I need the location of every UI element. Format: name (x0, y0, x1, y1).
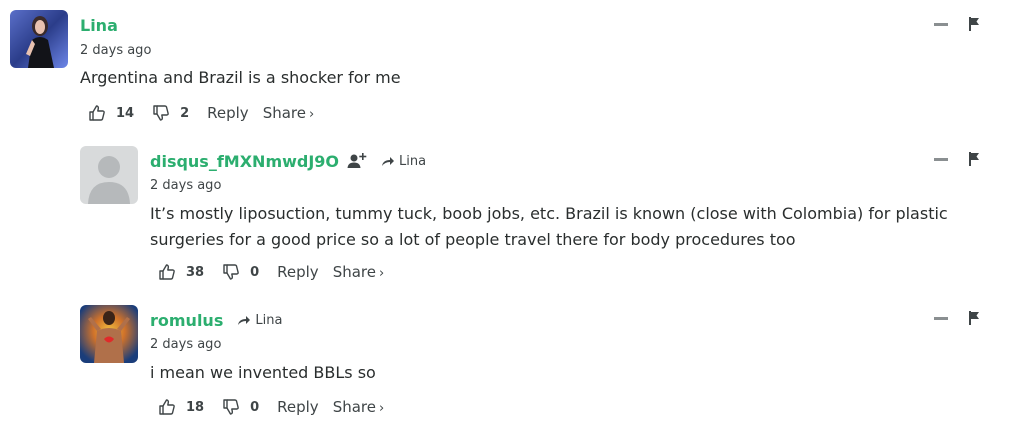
collapse-icon[interactable] (934, 157, 948, 161)
reply-arrow-icon (238, 315, 251, 325)
upvote-button[interactable]: 38 (158, 263, 204, 281)
author-name[interactable]: disqus_fMXNmwdJ9O (150, 152, 339, 171)
downvote-button[interactable]: 0 (222, 398, 259, 416)
comment-controls (934, 311, 980, 325)
share-button[interactable]: Share › (333, 263, 385, 281)
thumbs-up-icon (89, 105, 105, 121)
flag-icon[interactable] (968, 311, 980, 325)
reply-button[interactable]: Reply (277, 398, 319, 416)
downvote-count: 0 (250, 264, 260, 280)
thumbs-up-icon (159, 399, 175, 415)
thumbs-down-icon (153, 105, 169, 121)
avatar[interactable] (80, 146, 138, 204)
comment-actions: 38 0 Reply Share › (158, 263, 398, 281)
downvote-button[interactable]: 2 (152, 104, 189, 122)
comment-actions: 14 2 Reply Share › (88, 104, 328, 122)
comment-controls (934, 152, 980, 166)
comment-actions: 18 0 Reply Share › (158, 398, 398, 416)
thumbs-down-icon (223, 264, 239, 280)
share-arrow: › (378, 266, 385, 281)
thumbs-up-icon (159, 264, 175, 280)
downvote-button[interactable]: 0 (222, 263, 259, 281)
share-arrow: › (378, 401, 385, 416)
share-button[interactable]: Share › (263, 104, 315, 122)
avatar[interactable] (80, 305, 138, 363)
follow-icon[interactable] (347, 152, 367, 171)
reply-to[interactable]: Lina (237, 313, 282, 328)
author-name[interactable]: Lina (80, 16, 118, 35)
share-button[interactable]: Share › (333, 398, 385, 416)
reply-to-name: Lina (399, 154, 427, 169)
flag-icon[interactable] (968, 152, 980, 166)
author-row: disqus_fMXNmwdJ9O Lina (150, 152, 426, 171)
comment-controls (934, 17, 980, 31)
comment-text: i mean we invented BBLs so (150, 363, 376, 382)
downvote-count: 0 (250, 399, 260, 415)
upvote-count: 38 (186, 264, 205, 280)
reply-to[interactable]: Lina (381, 154, 426, 169)
comment-text: It’s mostly liposuction, tummy tuck, boo… (150, 204, 948, 249)
collapse-icon[interactable] (934, 22, 948, 26)
timestamp[interactable]: 2 days ago (150, 337, 221, 352)
reply-arrow-icon (382, 156, 395, 166)
reply-to-name: Lina (255, 313, 283, 328)
timestamp[interactable]: 2 days ago (80, 43, 151, 58)
avatar[interactable] (10, 10, 68, 68)
upvote-count: 14 (116, 105, 135, 121)
thumbs-down-icon (223, 399, 239, 415)
flag-icon[interactable] (968, 17, 980, 31)
share-label: Share (332, 398, 376, 416)
share-label: Share (332, 263, 376, 281)
timestamp[interactable]: 2 days ago (150, 178, 221, 193)
share-arrow: › (308, 107, 315, 122)
reply-button[interactable]: Reply (277, 263, 319, 281)
share-label: Share (262, 104, 306, 122)
author-row: romulus Lina (150, 311, 282, 330)
comment-text: Argentina and Brazil is a shocker for me (80, 68, 401, 87)
author-name[interactable]: romulus (150, 311, 223, 330)
upvote-count: 18 (186, 399, 205, 415)
downvote-count: 2 (180, 105, 190, 121)
collapse-icon[interactable] (934, 316, 948, 320)
reply-button[interactable]: Reply (207, 104, 249, 122)
upvote-button[interactable]: 14 (88, 104, 134, 122)
upvote-button[interactable]: 18 (158, 398, 204, 416)
